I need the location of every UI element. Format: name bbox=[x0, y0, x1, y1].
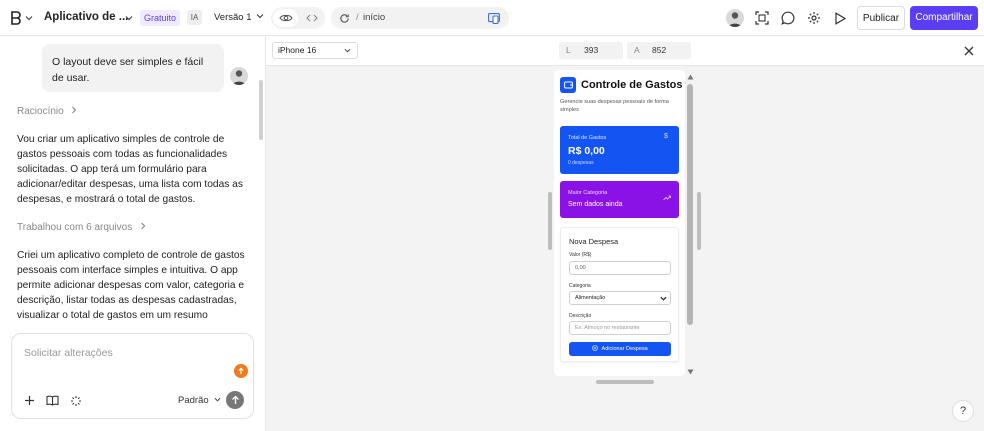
composer: Solicitar alterações Padrão bbox=[11, 333, 254, 419]
play-icon[interactable] bbox=[832, 10, 848, 26]
chat-panel: O layout deve ser simples e fácil de usa… bbox=[0, 36, 266, 431]
total-label: Total de Gastos bbox=[568, 135, 607, 141]
scan-icon[interactable] bbox=[754, 10, 770, 26]
category-label: Categoria bbox=[569, 283, 591, 289]
scroll-down-icon[interactable] bbox=[686, 368, 694, 376]
total-card: Total de Gastos $ R$ 0,00 0 despesas bbox=[560, 126, 679, 174]
top-bar: Aplicativo de ... Gratuito IA Versão 1 /… bbox=[0, 0, 984, 36]
assistant-intro: Vou criar um aplicativo simples de contr… bbox=[17, 134, 243, 205]
preview-toolbar: iPhone 16 L 393 A 852 bbox=[266, 36, 984, 66]
phone-preview: Controle de Gastos Gerencie suas despesa… bbox=[554, 70, 685, 376]
top-category-value: Sem dados ainda bbox=[568, 201, 623, 208]
chevron-down-icon bbox=[660, 296, 667, 301]
chevron-right-icon bbox=[72, 106, 77, 114]
total-count: 0 despesas bbox=[568, 160, 594, 166]
book-icon[interactable] bbox=[46, 394, 59, 406]
version-label: Versão 1 bbox=[214, 12, 252, 23]
height-value: 852 bbox=[652, 45, 667, 55]
width-value: 393 bbox=[584, 45, 599, 55]
route-slash: / bbox=[356, 12, 359, 23]
amount-input[interactable]: 0,00 bbox=[569, 261, 671, 275]
chat-icon[interactable] bbox=[780, 10, 796, 26]
preview-eye-icon[interactable] bbox=[273, 9, 298, 27]
route-bar: / início bbox=[331, 7, 509, 29]
height-field[interactable]: A 852 bbox=[627, 42, 691, 59]
gear-icon[interactable] bbox=[806, 10, 822, 26]
app-subtitle: Gerencie suas despesas pessoais de forma… bbox=[560, 99, 669, 113]
mode-label: Padrão bbox=[178, 395, 209, 406]
user-avatar[interactable] bbox=[726, 9, 744, 27]
project-name[interactable]: Aplicativo de ... bbox=[44, 11, 128, 23]
frame-resize-handle-bottom[interactable] bbox=[596, 380, 654, 384]
publish-button[interactable]: Publicar bbox=[857, 6, 905, 30]
wallet-icon bbox=[560, 77, 576, 93]
form-title: Nova Despesa bbox=[569, 237, 619, 246]
reasoning-label: Raciocínio bbox=[17, 106, 64, 117]
mode-selector[interactable]: Padrão bbox=[178, 395, 221, 406]
assistant-summary: Criei um aplicativo completo de controle… bbox=[17, 250, 245, 321]
help-button[interactable]: ? bbox=[952, 400, 974, 422]
top-category-label: Maior Categoria bbox=[568, 190, 608, 196]
send-button[interactable] bbox=[226, 391, 244, 409]
user-avatar bbox=[230, 67, 248, 85]
plan-badge[interactable]: Gratuito bbox=[140, 10, 181, 26]
amount-label: Valor (R$) bbox=[569, 252, 592, 258]
ai-badge: IA bbox=[187, 10, 202, 25]
width-label: L bbox=[566, 45, 571, 55]
share-button[interactable]: Compartilhar bbox=[910, 6, 978, 30]
reasoning-toggle[interactable]: Raciocínio bbox=[17, 106, 78, 117]
trending-icon bbox=[663, 188, 671, 206]
refresh-icon[interactable] bbox=[337, 11, 351, 25]
width-field[interactable]: L 393 bbox=[559, 42, 623, 59]
add-expense-button[interactable]: Adicionar Despesa bbox=[569, 342, 671, 356]
device-preview-icon[interactable] bbox=[487, 11, 501, 25]
total-value: R$ 0,00 bbox=[568, 145, 605, 157]
dollar-icon: $ bbox=[664, 133, 668, 140]
expense-form: Nova Despesa Valor (R$) 0,00 Categoria A… bbox=[560, 227, 679, 362]
plus-icon[interactable] bbox=[23, 394, 35, 406]
frame-resize-handle-left[interactable] bbox=[548, 192, 552, 250]
chat-scrollbar[interactable] bbox=[259, 80, 263, 140]
description-label: Descrição bbox=[569, 313, 592, 319]
height-label: A bbox=[634, 45, 640, 55]
files-label: Trabalhou com 6 arquivos bbox=[17, 222, 133, 233]
add-expense-label: Adicionar Despesa bbox=[601, 346, 648, 352]
category-select[interactable]: Alimentação bbox=[569, 291, 671, 305]
app-title: Controle de Gastos bbox=[581, 79, 683, 91]
code-icon[interactable] bbox=[299, 9, 324, 27]
top-category-card: Maior Categoria Sem dados ainda bbox=[560, 181, 679, 218]
description-input[interactable]: Ex: Almoço no restaurante bbox=[569, 321, 671, 335]
sparkle-icon[interactable] bbox=[69, 394, 82, 407]
chevron-down-icon bbox=[256, 14, 264, 19]
plus-circle-icon bbox=[592, 345, 599, 351]
device-select[interactable]: iPhone 16 bbox=[272, 42, 358, 59]
user-message: O layout deve ser simples e fácil de usa… bbox=[42, 44, 224, 92]
category-value: Alimentação bbox=[575, 295, 606, 301]
frame-resize-handle-right[interactable] bbox=[697, 192, 701, 250]
preview-scrollbar[interactable] bbox=[687, 84, 693, 325]
attach-icon[interactable] bbox=[234, 364, 248, 378]
chevron-down-icon bbox=[214, 397, 221, 402]
scroll-up-icon[interactable] bbox=[686, 73, 694, 81]
version-selector[interactable]: Versão 1 bbox=[214, 12, 264, 23]
chevron-down-icon[interactable] bbox=[124, 13, 134, 23]
chevron-right-icon bbox=[141, 222, 146, 230]
chevron-down-icon bbox=[344, 48, 351, 53]
app-logo-icon[interactable] bbox=[10, 10, 34, 26]
view-toggle bbox=[271, 7, 325, 29]
files-toggle[interactable]: Trabalhou com 6 arquivos bbox=[17, 222, 147, 233]
device-label: iPhone 16 bbox=[278, 45, 317, 55]
close-icon[interactable] bbox=[962, 44, 976, 58]
route-input[interactable]: início bbox=[363, 12, 385, 23]
composer-input[interactable]: Solicitar alterações bbox=[24, 347, 113, 359]
